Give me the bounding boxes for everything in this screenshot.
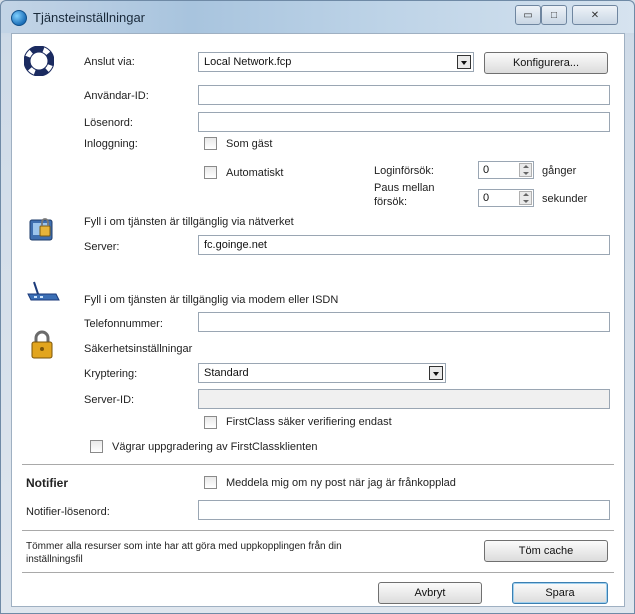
connect-via-value: Local Network.fcp (204, 56, 292, 68)
auto-login-checkbox[interactable] (204, 166, 217, 179)
stepper-arrows-icon[interactable] (519, 191, 532, 205)
padlock-icon (31, 330, 53, 359)
pause-stepper[interactable]: 0 (478, 189, 534, 207)
stepper-arrows-icon[interactable] (519, 163, 532, 177)
separator (22, 464, 614, 465)
close-button[interactable]: ✕ (572, 5, 618, 25)
firstclass-app-icon (11, 10, 27, 26)
pause-label-line1: Paus mellan (374, 182, 435, 194)
modem-icon (27, 281, 60, 301)
cache-description-line1: Tömmer alla resurser som inte har att gö… (26, 541, 342, 552)
settings-window: Tjänsteinställningar ▭ □ ✕ Anslut via: L… (0, 0, 635, 614)
refuse-upgrade-checkbox[interactable] (90, 440, 103, 453)
modem-heading: Fyll i om tjänsten är tillgänglig via mo… (84, 294, 339, 306)
title-bar[interactable]: Tjänsteinställningar ▭ □ ✕ (1, 1, 634, 33)
notifier-heading: Notifier (26, 476, 68, 490)
auto-login-label: Automatiskt (226, 167, 284, 179)
guest-checkbox-label: Som gäst (226, 138, 273, 150)
chevron-down-icon[interactable] (457, 55, 471, 69)
cache-description-line2: inställningsfil (26, 554, 83, 565)
minimize-button[interactable]: ▭ (515, 5, 541, 25)
configure-button[interactable]: Konfigurera... (484, 52, 608, 74)
lifebuoy-icon (24, 46, 54, 76)
secure-verify-label: FirstClass säker verifiering endast (226, 416, 392, 428)
server-id-label: Server-ID: (84, 394, 135, 406)
maximize-button[interactable]: □ (541, 5, 567, 25)
notifier-password-input[interactable] (198, 500, 610, 520)
separator (22, 530, 614, 531)
phone-label: Telefonnummer: (84, 318, 163, 330)
chevron-down-icon[interactable] (429, 366, 443, 380)
clear-cache-button[interactable]: Töm cache (484, 540, 608, 562)
cancel-button[interactable]: Avbryt (378, 582, 482, 604)
network-heading: Fyll i om tjänsten är tillgänglig via nä… (84, 216, 294, 228)
login-attempts-stepper[interactable]: 0 (478, 161, 534, 179)
connect-via-label: Anslut via: (84, 56, 135, 68)
password-label: Lösenord: (84, 117, 133, 129)
login-attempts-unit: gånger (542, 165, 577, 177)
separator (22, 572, 614, 573)
pause-label-line2: försök: (374, 196, 408, 208)
notifier-password-label: Notifier-lösenord: (26, 506, 110, 518)
connect-via-select[interactable]: Local Network.fcp (198, 52, 474, 72)
encryption-label: Kryptering: (84, 368, 138, 380)
save-button[interactable]: Spara (512, 582, 608, 604)
user-id-label: Användar-ID: (84, 90, 149, 102)
window-title: Tjänsteinställningar (33, 10, 146, 25)
notify-checkbox[interactable] (204, 476, 217, 489)
phone-input[interactable] (198, 312, 610, 332)
password-input[interactable] (198, 112, 610, 132)
refuse-upgrade-label: Vägrar uppgradering av FirstClasskliente… (112, 441, 318, 453)
server-input[interactable]: fc.goinge.net (198, 235, 610, 255)
login-attempts-label: Loginförsök: (374, 165, 434, 177)
login-label: Inloggning: (84, 138, 138, 150)
notify-label: Meddela mig om ny post när jag är frånko… (226, 477, 456, 489)
server-id-input[interactable] (198, 389, 610, 409)
pause-value: 0 (483, 192, 490, 204)
server-label: Server: (84, 241, 120, 253)
network-lock-icon (29, 218, 53, 241)
secure-verify-checkbox[interactable] (204, 416, 217, 429)
encryption-value: Standard (204, 367, 249, 379)
security-heading: Säkerhetsinställningar (84, 343, 193, 355)
encryption-select[interactable]: Standard (198, 363, 446, 383)
guest-checkbox[interactable] (204, 137, 217, 150)
dialog-client-area: Anslut via: Local Network.fcp Konfigurer… (11, 33, 625, 607)
user-id-input[interactable] (198, 85, 610, 105)
pause-unit: sekunder (542, 193, 588, 205)
login-attempts-value: 0 (483, 164, 490, 176)
